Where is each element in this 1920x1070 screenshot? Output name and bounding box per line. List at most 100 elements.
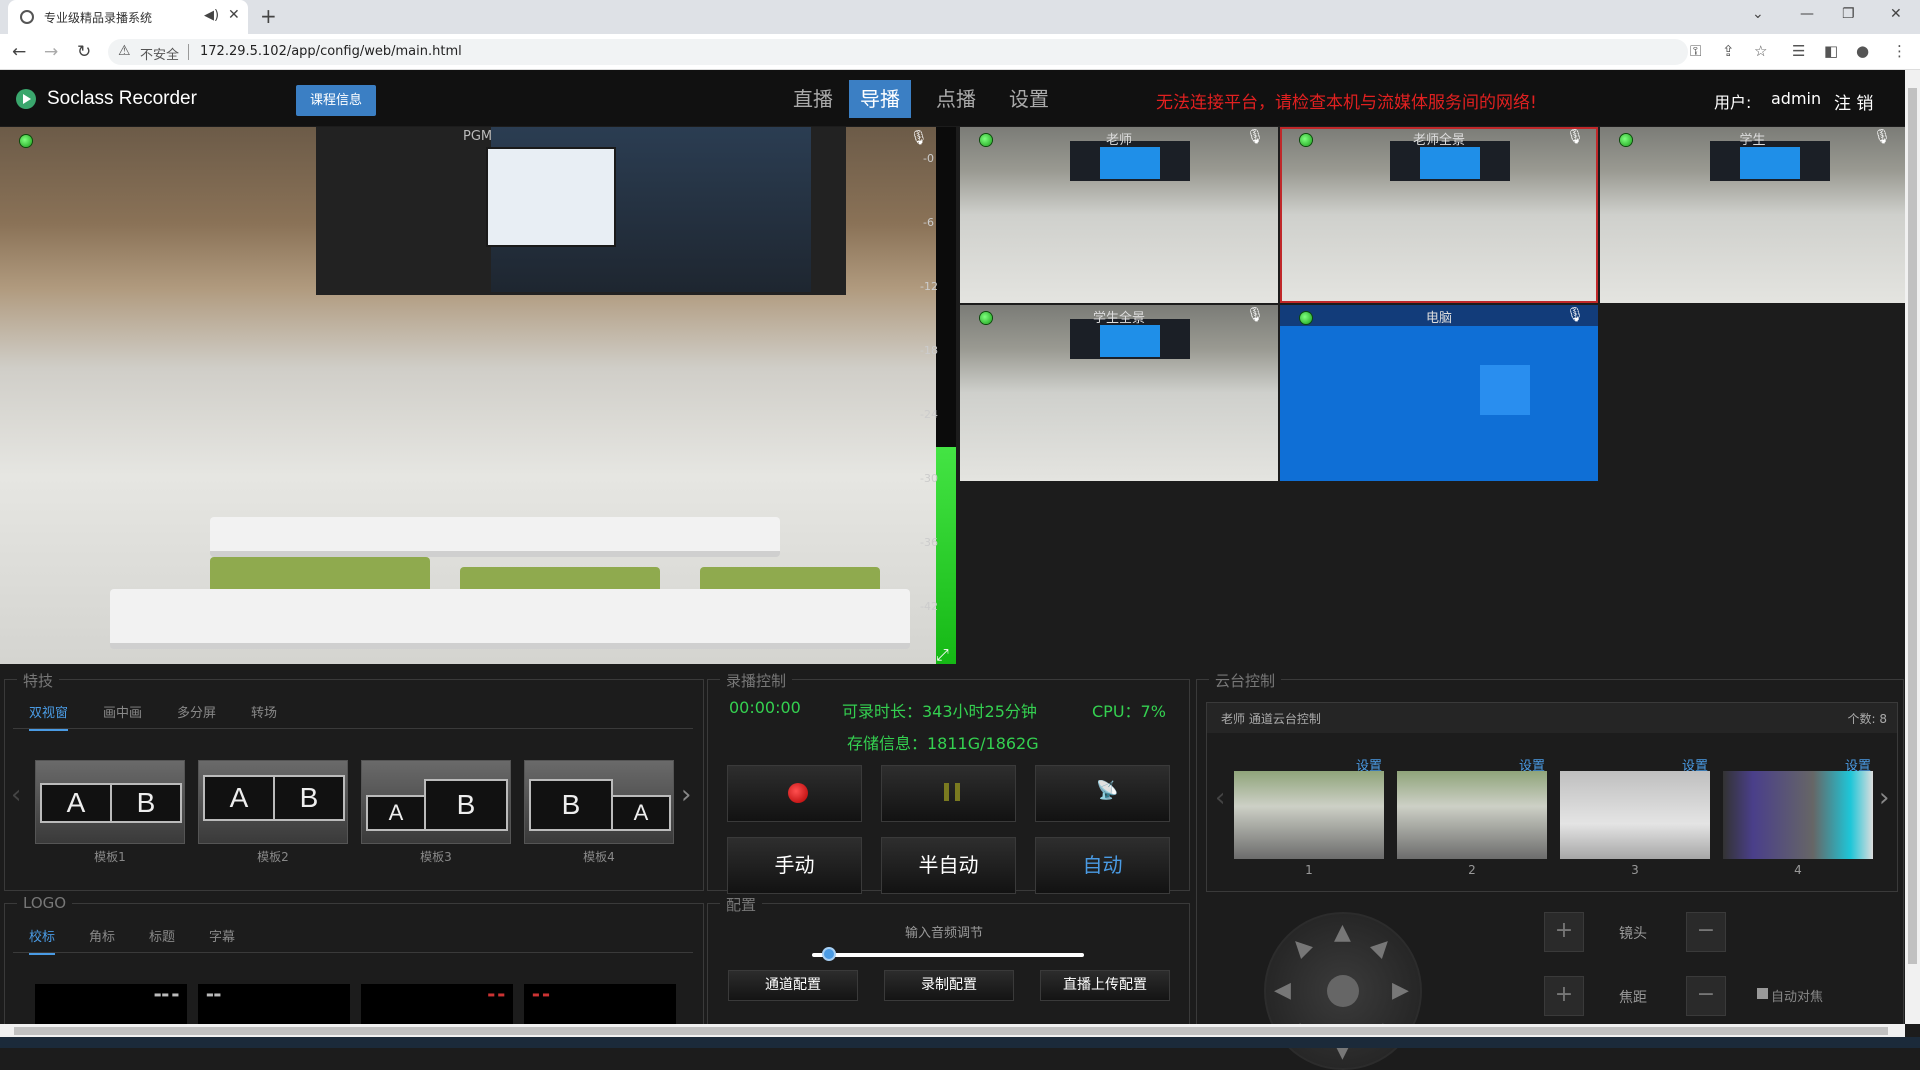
autofocus-checkbox[interactable]	[1757, 988, 1768, 999]
menu-icon[interactable]: ⋮	[1892, 42, 1907, 60]
reload-button[interactable]: ↻	[77, 42, 91, 62]
warning-icon[interactable]: ⚠	[118, 43, 131, 59]
storage-info: 存储信息：1811G/1862G	[847, 734, 1039, 753]
chevron-left-icon[interactable]: ‹	[11, 780, 21, 810]
cpu-usage: CPU：7%	[1092, 702, 1166, 721]
scroll-thumb[interactable]	[14, 1027, 1888, 1035]
microphone-icon[interactable]: 🎙	[1246, 307, 1264, 323]
tab-dual-window[interactable]: 双视窗	[29, 702, 69, 731]
status-dot-icon	[980, 134, 992, 146]
joystick-center[interactable]	[1327, 975, 1359, 1007]
pause-button[interactable]	[881, 765, 1016, 822]
microphone-icon[interactable]: 🎙	[910, 130, 928, 146]
camera-tile[interactable]: 学生全景 🎙	[960, 305, 1278, 481]
ptz-preset-thumbnail[interactable]	[1234, 771, 1384, 859]
template-pane-b: B	[424, 779, 508, 831]
mode-manual-button[interactable]: 手动	[727, 837, 862, 894]
profile-icon[interactable]: ●	[1856, 42, 1869, 60]
nav-vod[interactable]: 点播	[925, 80, 987, 118]
url-input[interactable]: ⚠ 不安全 172.29.5.102/app/config/web/main.h…	[108, 39, 1688, 65]
lens-minus-button[interactable]: −	[1686, 912, 1726, 952]
channel-config-button[interactable]: 通道配置	[728, 970, 858, 1001]
meter-tick-label: -0	[923, 152, 934, 165]
arrow-right-icon[interactable]: ▶	[1392, 978, 1409, 1003]
close-tab-icon[interactable]: ✕	[228, 7, 240, 23]
tab-title[interactable]: 标题	[149, 926, 175, 945]
tab-multi-split[interactable]: 多分屏	[177, 702, 216, 721]
tab-transition[interactable]: 转场	[251, 702, 277, 721]
tab-school-logo[interactable]: 校标	[29, 926, 56, 955]
live-upload-config-button[interactable]: 直播上传配置	[1040, 970, 1170, 1001]
side-panel-icon[interactable]: ◧	[1824, 42, 1838, 60]
tab-pip[interactable]: 画中画	[103, 702, 142, 721]
back-button[interactable]: ←	[12, 42, 26, 62]
status-dot-icon	[20, 135, 32, 147]
ptz-preset-thumbnail[interactable]	[1397, 771, 1547, 859]
camera-tile[interactable]: 老师全景 🎙	[1280, 127, 1598, 303]
close-window-button[interactable]: ✕	[1890, 6, 1902, 22]
nav-live[interactable]: 直播	[782, 80, 844, 118]
tab-corner-logo[interactable]: 角标	[89, 926, 115, 945]
microphone-icon[interactable]: 🎙	[1566, 129, 1584, 145]
url-text[interactable]: 172.29.5.102/app/config/web/main.html	[200, 44, 462, 59]
nav-settings[interactable]: 设置	[998, 80, 1060, 118]
record-button[interactable]	[727, 765, 862, 822]
nav-director[interactable]: 导播	[849, 80, 911, 118]
arrow-left-icon[interactable]: ◀	[1274, 978, 1291, 1003]
microphone-icon[interactable]: 🎙	[1873, 129, 1891, 145]
chevron-down-icon[interactable]: ⌄	[1752, 6, 1764, 22]
speaker-icon[interactable]: ◀)	[204, 8, 219, 23]
lens-plus-button[interactable]: +	[1544, 912, 1584, 952]
forward-button[interactable]: →	[44, 42, 58, 62]
template-pane-a: A	[366, 795, 426, 831]
expand-icon[interactable]: ⤢	[936, 645, 949, 665]
record-config-button[interactable]: 录制配置	[884, 970, 1014, 1001]
broadcast-button[interactable]: 📡	[1035, 765, 1170, 822]
camera-tile[interactable]: 学生 🎙	[1600, 127, 1905, 303]
logout-button[interactable]: 注 销	[1834, 89, 1873, 114]
ptz-preset-thumbnail[interactable]	[1723, 771, 1873, 859]
template-card[interactable]: AB	[361, 760, 511, 844]
template-card[interactable]: BA	[524, 760, 674, 844]
volume-slider[interactable]	[812, 953, 1084, 957]
arrow-up-icon[interactable]: ▲	[1334, 920, 1351, 945]
horizontal-scrollbar[interactable]	[0, 1024, 1905, 1037]
scroll-thumb[interactable]	[1908, 88, 1917, 964]
microphone-icon[interactable]: 🎙	[1246, 129, 1264, 145]
volume-slider-handle[interactable]	[821, 947, 836, 961]
preset-number: 3	[1631, 863, 1639, 877]
arrow-up-left-icon[interactable]: ▲	[1286, 932, 1316, 962]
pause-icon	[944, 783, 960, 801]
chevron-left-icon[interactable]: ‹	[1215, 783, 1225, 813]
restore-button[interactable]: ❐	[1842, 6, 1855, 22]
globe-icon	[20, 10, 34, 24]
arrow-up-right-icon[interactable]: ▲	[1368, 932, 1398, 962]
mode-semi-auto-button[interactable]: 半自动	[881, 837, 1016, 894]
tab-subtitle[interactable]: 字幕	[209, 926, 235, 945]
chevron-right-icon[interactable]: ›	[681, 780, 691, 810]
key-icon[interactable]: ⚿	[1690, 42, 1701, 60]
focus-minus-button[interactable]: −	[1686, 976, 1726, 1016]
ptz-preset-thumbnail[interactable]	[1560, 771, 1710, 859]
chevron-right-icon[interactable]: ›	[1879, 783, 1889, 813]
meter-tick-label: -6	[923, 216, 934, 229]
new-tab-button[interactable]: +	[260, 4, 277, 28]
vertical-scrollbar[interactable]	[1905, 70, 1920, 1024]
course-info-button[interactable]: 课程信息	[296, 85, 376, 116]
mode-auto-button[interactable]: 自动	[1035, 837, 1170, 894]
microphone-icon[interactable]: 🎙	[1566, 307, 1584, 323]
minimize-button[interactable]: —	[1800, 6, 1814, 22]
camera-tile[interactable]: 电脑 🎙	[1280, 305, 1598, 481]
record-control-title: 录播控制	[720, 670, 793, 691]
template-card[interactable]: AB	[198, 760, 348, 844]
camera-tile[interactable]: 老师 🎙	[960, 127, 1278, 303]
pgm-preview[interactable]: PGM 🎙	[0, 127, 938, 664]
browser-tab[interactable]: 专业级精品录播系统 ◀) ✕	[8, 0, 248, 34]
meter-tick-label: -12	[920, 280, 938, 293]
focus-plus-button[interactable]: +	[1544, 976, 1584, 1016]
template-card[interactable]: AB	[35, 760, 185, 844]
star-icon[interactable]: ☆	[1754, 42, 1767, 60]
security-label[interactable]: 不安全	[140, 44, 179, 63]
reading-list-icon[interactable]: ☰	[1792, 42, 1805, 60]
share-icon[interactable]: ⇪	[1722, 42, 1735, 60]
